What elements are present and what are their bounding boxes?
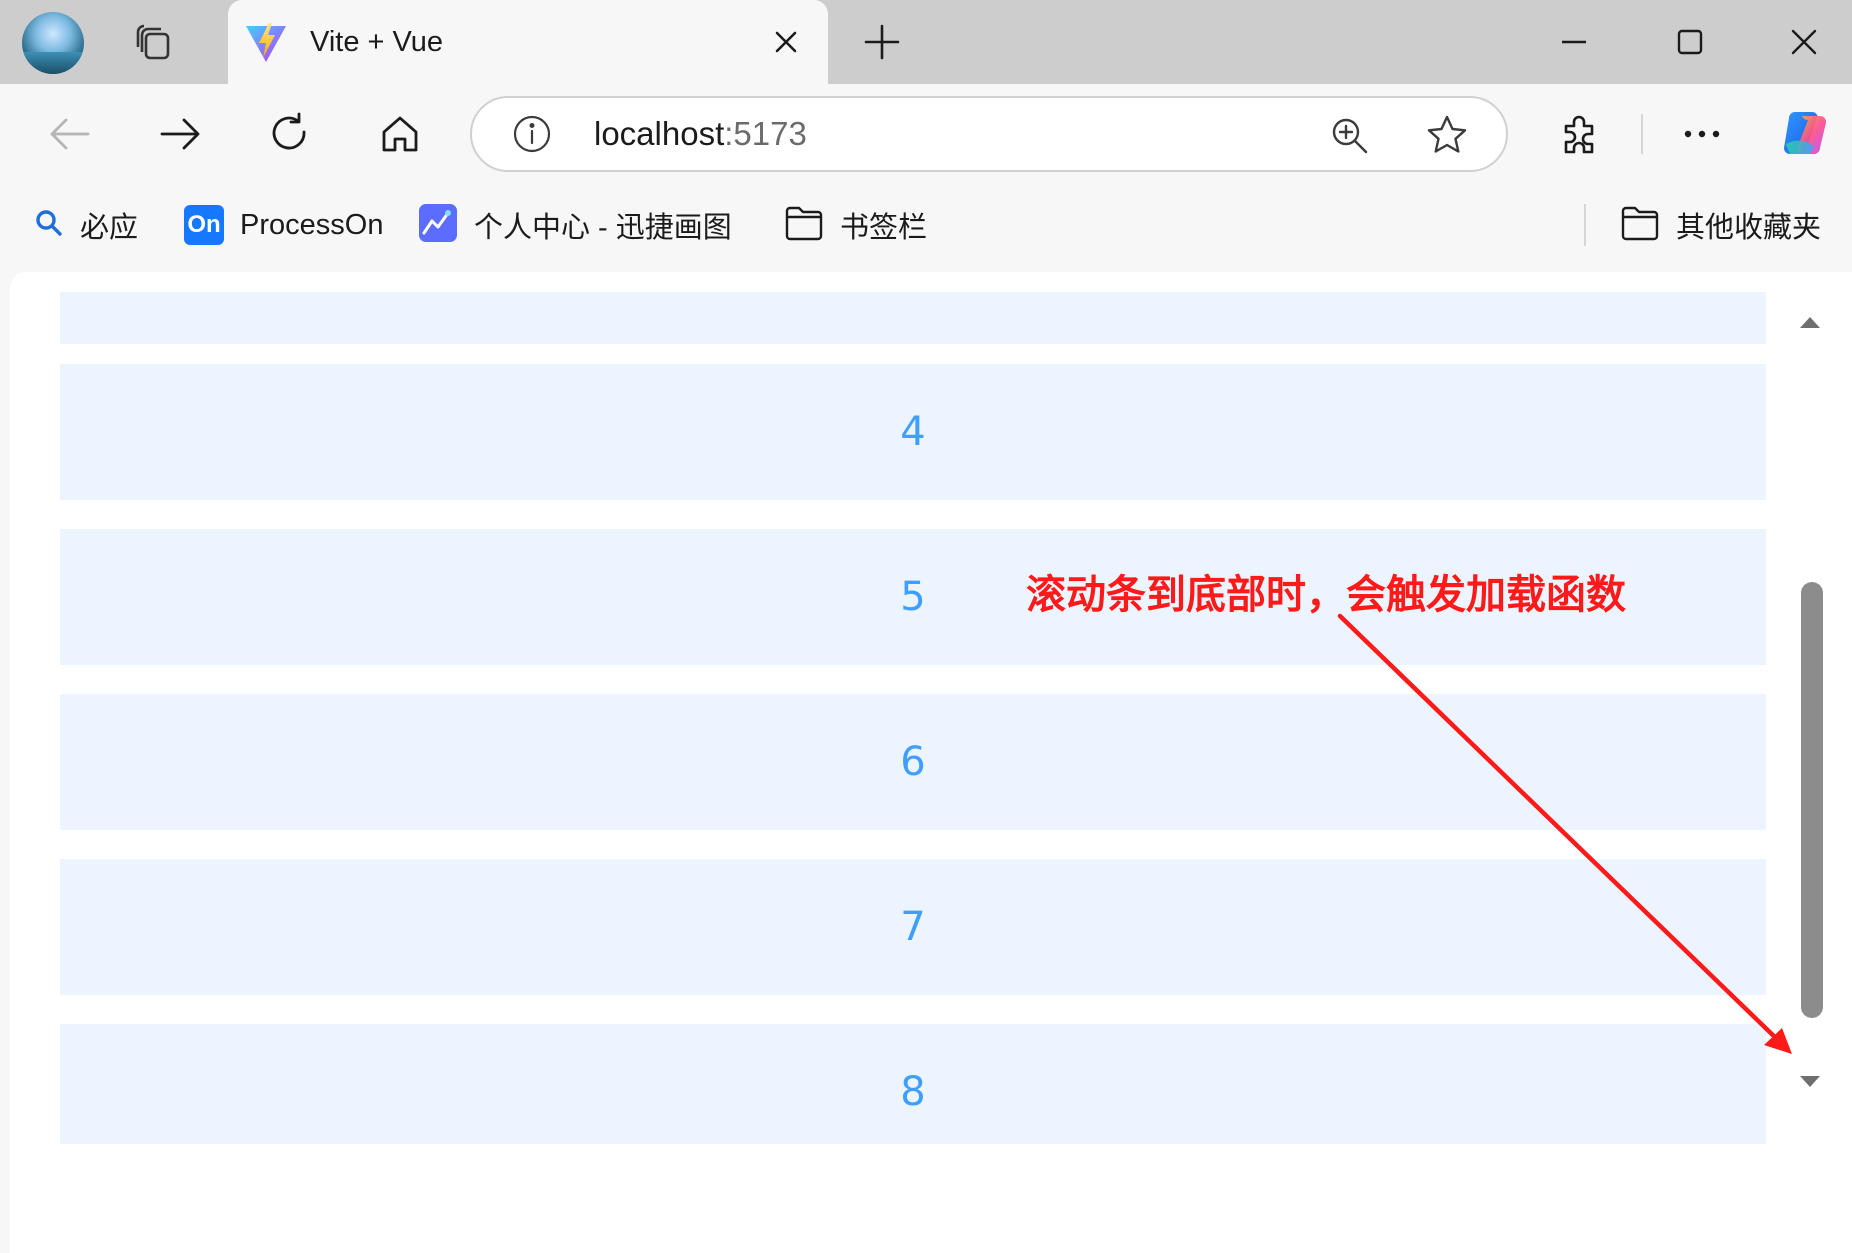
scroll-down-arrow-icon[interactable] bbox=[1798, 1072, 1822, 1092]
bookmark-label: 个人中心 - 迅捷画图 bbox=[474, 212, 732, 244]
list-item: 8 bbox=[60, 1024, 1766, 1144]
tab-actions-icon[interactable] bbox=[130, 20, 176, 66]
profile-avatar[interactable] bbox=[22, 12, 84, 74]
bookmark-xunjie[interactable]: 个人中心 - 迅捷画图 bbox=[418, 202, 732, 248]
search-icon bbox=[34, 208, 64, 242]
bookmark-label: ProcessOn bbox=[240, 208, 384, 241]
favorite-star-icon[interactable] bbox=[1424, 112, 1470, 158]
close-window-icon[interactable] bbox=[1774, 12, 1834, 72]
more-options-icon[interactable] bbox=[1674, 106, 1730, 162]
bookmark-bing[interactable]: 必应 bbox=[34, 202, 138, 248]
page-content: 3 4 5 6 7 8 滚动条到底部时，会触发加载函数 bbox=[10, 272, 1852, 1253]
folder-icon bbox=[1620, 203, 1660, 247]
active-tab[interactable]: Vite + Vue bbox=[228, 0, 828, 84]
extensions-icon[interactable] bbox=[1552, 106, 1608, 162]
url-host: localhost bbox=[594, 115, 725, 152]
scroll-up-arrow-icon[interactable] bbox=[1798, 312, 1822, 332]
tab-title: Vite + Vue bbox=[310, 26, 444, 58]
list-item: 3 bbox=[60, 292, 1766, 344]
annotation-label: 滚动条到底部时，会触发加载函数 bbox=[1026, 572, 1626, 618]
bookmark-processon[interactable]: On ProcessOn bbox=[184, 202, 383, 248]
bookmark-label: 书签栏 bbox=[840, 212, 928, 244]
bookmark-folder-bookmarksbar[interactable]: 书签栏 bbox=[784, 202, 927, 248]
bookmarks-bar: 必应 On ProcessOn 个人中心 - 迅捷画图 书签栏 其他收藏夹 bbox=[0, 184, 1852, 266]
address-bar[interactable]: localhost:5173 bbox=[470, 96, 1508, 172]
toolbar-divider bbox=[1641, 114, 1643, 154]
url-text[interactable]: localhost:5173 bbox=[594, 112, 807, 156]
url-port: :5173 bbox=[724, 115, 807, 152]
home-icon[interactable] bbox=[372, 106, 428, 162]
bookmarks-divider bbox=[1584, 204, 1586, 246]
tab-strip: Vite + Vue bbox=[0, 0, 1852, 84]
bookmark-folder-other[interactable]: 其他收藏夹 bbox=[1620, 202, 1821, 248]
site-info-icon[interactable] bbox=[512, 114, 552, 154]
zoom-icon[interactable] bbox=[1326, 112, 1372, 158]
folder-icon bbox=[784, 203, 824, 247]
refresh-icon[interactable] bbox=[262, 106, 318, 162]
bookmark-label: 其他收藏夹 bbox=[1676, 212, 1822, 244]
list-item: 7 bbox=[60, 859, 1766, 995]
chart-app-icon bbox=[418, 203, 458, 247]
infinite-scroll-list[interactable]: 3 4 5 6 7 8 bbox=[10, 292, 1852, 1144]
close-tab-icon[interactable] bbox=[766, 22, 806, 62]
vite-logo-icon bbox=[244, 20, 288, 64]
browser-window: Vite + Vue localhost:5173 必应 On ProcessO… bbox=[0, 0, 1852, 1253]
list-item: 4 bbox=[60, 364, 1766, 500]
minimize-icon[interactable] bbox=[1544, 12, 1604, 72]
maximize-icon[interactable] bbox=[1660, 12, 1720, 72]
copilot-icon[interactable] bbox=[1780, 106, 1834, 160]
bookmark-label: 必应 bbox=[80, 212, 139, 244]
list-item: 6 bbox=[60, 694, 1766, 830]
back-icon[interactable] bbox=[42, 106, 98, 162]
processon-icon: On bbox=[184, 205, 224, 245]
forward-icon[interactable] bbox=[152, 106, 208, 162]
navigation-toolbar: localhost:5173 bbox=[0, 84, 1852, 184]
scrollbar-thumb[interactable] bbox=[1801, 582, 1823, 1018]
new-tab-icon[interactable] bbox=[858, 18, 906, 66]
